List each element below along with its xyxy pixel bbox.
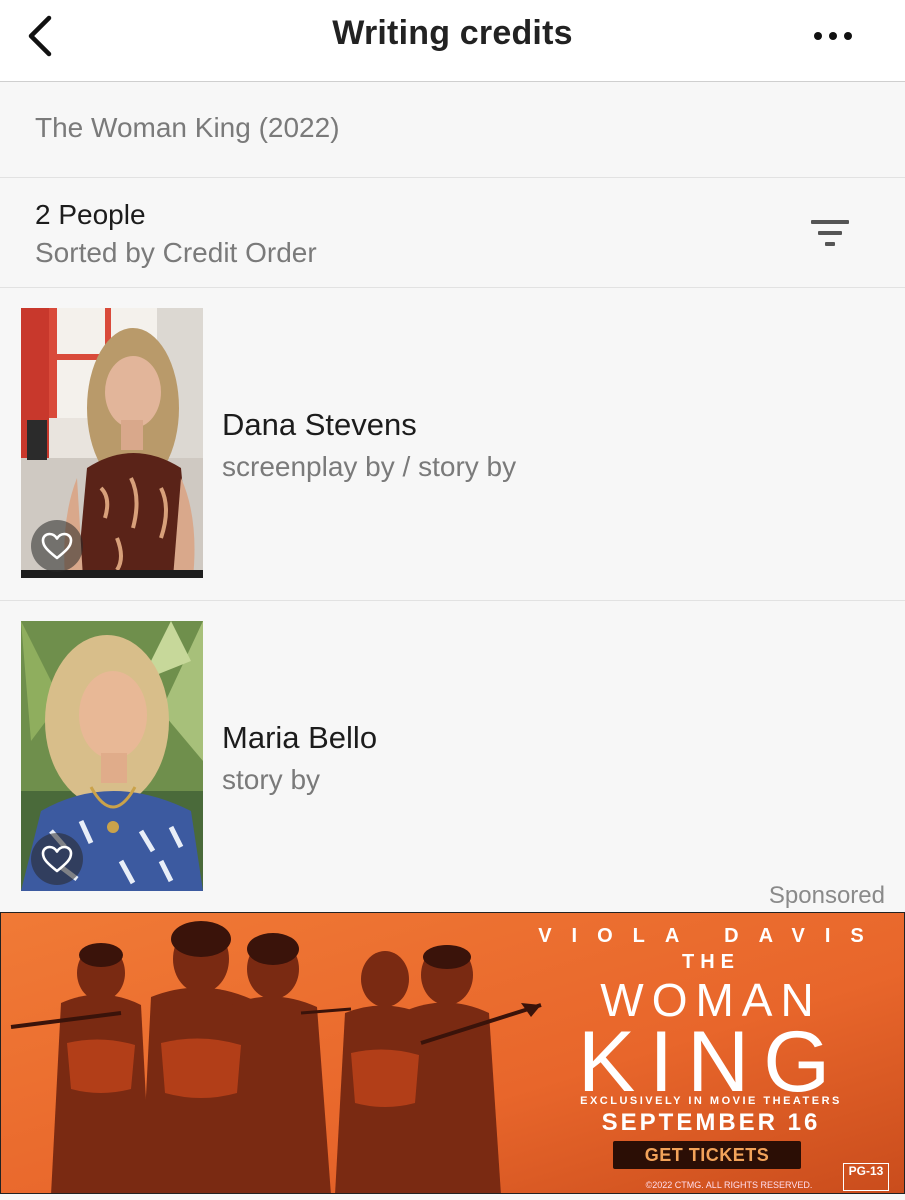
person-role: screenplay by / story by <box>222 451 517 482</box>
favorite-button[interactable] <box>31 833 83 885</box>
ad-release-note: EXCLUSIVELY IN MOVIE THEATERS <box>580 1095 842 1107</box>
sort-order-label: Sorted by Credit Order <box>35 237 317 268</box>
person-row[interactable]: Dana Stevens screenplay by / story by <box>0 289 905 601</box>
person-name: Maria Bello <box>222 720 378 755</box>
filter-sort-button[interactable] <box>805 213 855 253</box>
movie-title-row[interactable]: The Woman King (2022) <box>0 84 905 178</box>
person-name: Dana Stevens <box>222 407 417 442</box>
ad-copyright: ©2022 CTMG. ALL RIGHTS RESERVED. <box>645 1180 813 1190</box>
ad-title-king: KING <box>577 1014 845 1110</box>
ad-release-date: SEPTEMBER 16 <box>601 1109 821 1136</box>
top-nav-bar: Writing credits <box>0 0 905 82</box>
person-row[interactable]: Maria Bello story by <box>0 602 905 914</box>
person-photo[interactable] <box>21 621 203 891</box>
ad-banner[interactable]: VIOLA DAVIS THE WOMAN KING EXCLUSIVELY I… <box>0 912 905 1194</box>
more-options-button[interactable] <box>805 18 861 54</box>
heart-icon <box>41 532 73 560</box>
person-photo[interactable] <box>21 308 203 578</box>
ad-text-block: VIOLA DAVIS THE WOMAN KING EXCLUSIVELY I… <box>531 913 891 1193</box>
ad-rating-text: PG-13 <box>848 1164 884 1178</box>
heart-icon <box>41 845 73 873</box>
movie-title: The Woman King (2022) <box>35 112 340 143</box>
ad-actor-name: VIOLA DAVIS <box>538 925 884 947</box>
more-horizontal-icon <box>814 32 852 40</box>
ad-rating-badge: PG-13 <box>843 1163 889 1191</box>
page-title: Writing credits <box>332 14 573 52</box>
filter-icon <box>811 220 849 246</box>
get-tickets-button[interactable]: GET TICKETS <box>613 1141 801 1169</box>
favorite-button[interactable] <box>31 520 83 572</box>
person-role: story by <box>222 764 321 795</box>
sponsored-label: Sponsored <box>768 882 885 909</box>
people-count: 2 People <box>35 199 146 230</box>
ad-title-the: THE <box>682 951 740 973</box>
summary-row: 2 People Sorted by Credit Order <box>0 179 905 288</box>
